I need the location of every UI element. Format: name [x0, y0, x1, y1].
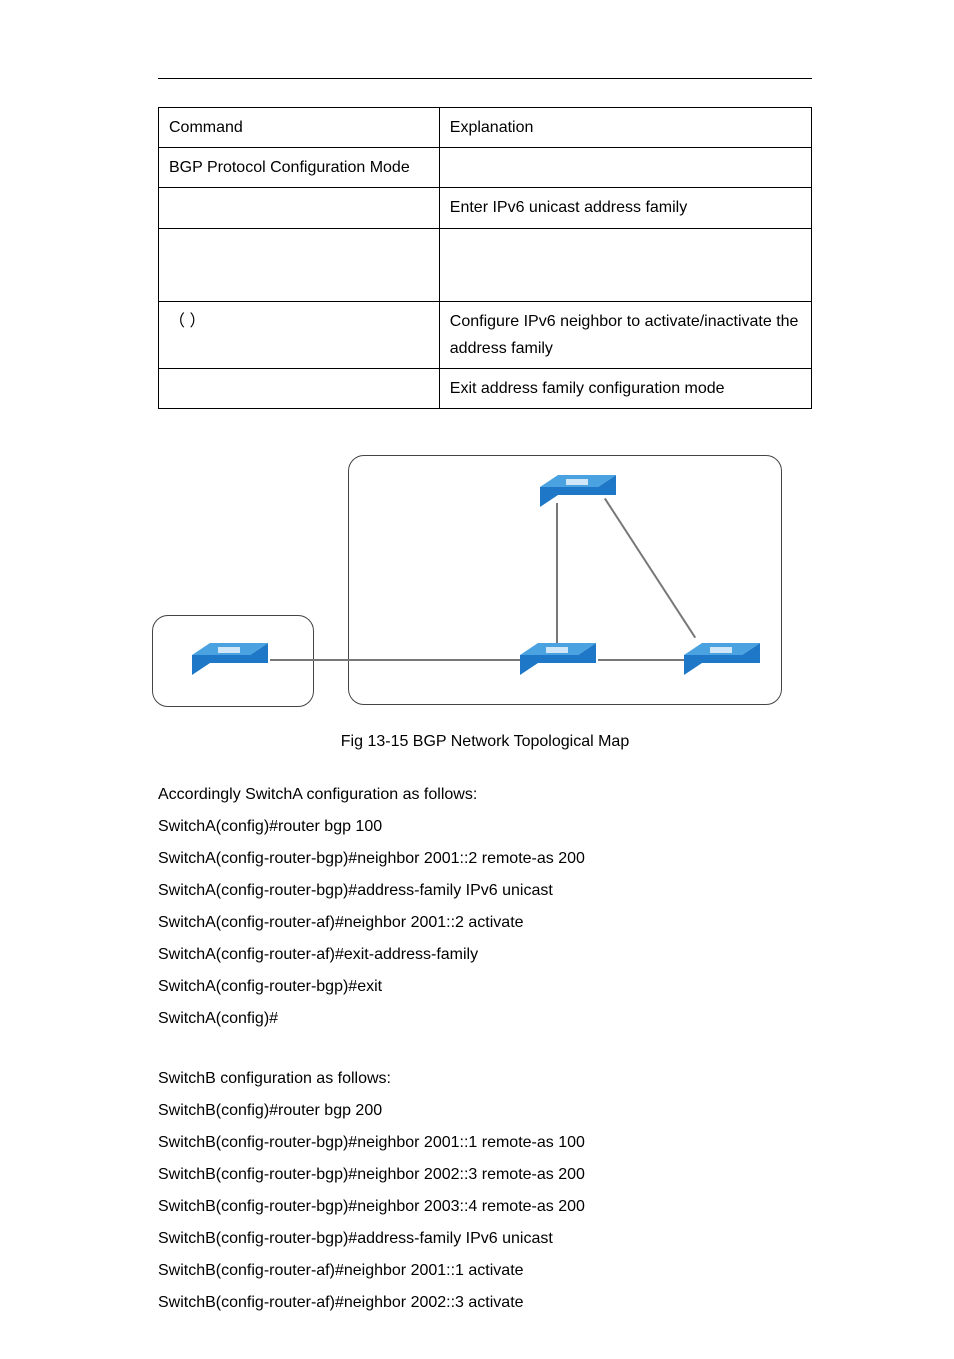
config-line: SwitchA(config-router-bgp)#exit [158, 971, 812, 1003]
config-line: SwitchB(config-router-bgp)#address-famil… [158, 1223, 812, 1255]
table-row: Command Explanation [159, 108, 812, 148]
config-line: SwitchB(config)#router bgp 200 [158, 1095, 812, 1127]
switch-icon [192, 643, 268, 677]
switch-icon [520, 643, 596, 677]
switch-icon [540, 475, 616, 509]
cell-right: Enter IPv6 unicast address family [439, 188, 811, 228]
config-line: SwitchB(config-router-af)#neighbor 2002:… [158, 1287, 812, 1319]
config-line: SwitchA(config-router-af)#neighbor 2001:… [158, 907, 812, 939]
top-rule [158, 78, 812, 79]
table-row: （ ） Configure IPv6 neighbor to activate/… [159, 301, 812, 368]
cell-left [159, 228, 440, 301]
table-row: BGP Protocol Configuration Mode [159, 148, 812, 188]
cell-left: （ ） [159, 301, 440, 368]
link-line [598, 659, 686, 661]
command-table: Command Explanation BGP Protocol Configu… [158, 107, 812, 409]
table-row [159, 228, 812, 301]
config-line: SwitchB configuration as follows: [158, 1063, 812, 1095]
config-line: SwitchA(config)#router bgp 100 [158, 811, 812, 843]
cell-right: Exit address family configuration mode [439, 368, 811, 408]
cell-left [159, 368, 440, 408]
config-line: SwitchA(config-router-bgp)#address-famil… [158, 875, 812, 907]
switch-icon [684, 643, 760, 677]
table-row: Exit address family configuration mode [159, 368, 812, 408]
topology-diagram [152, 455, 792, 715]
cell-right: Configure IPv6 neighbor to activate/inac… [439, 301, 811, 368]
cell-left: BGP Protocol Configuration Mode [159, 148, 440, 188]
cell-right [439, 148, 811, 188]
table-header-right: Explanation [439, 108, 811, 148]
config-line: SwitchB(config-router-bgp)#neighbor 2002… [158, 1159, 812, 1191]
config-line: SwitchA(config)# [158, 1003, 812, 1035]
config-line: Accordingly SwitchA configuration as fol… [158, 779, 812, 811]
cell-right [439, 228, 811, 301]
config-line: SwitchB(config-router-af)#neighbor 2001:… [158, 1255, 812, 1287]
config-line: SwitchB(config-router-bgp)#neighbor 2003… [158, 1191, 812, 1223]
link-line [270, 659, 522, 661]
table-row: Enter IPv6 unicast address family [159, 188, 812, 228]
config-line: SwitchB(config-router-bgp)#neighbor 2001… [158, 1127, 812, 1159]
config-line: SwitchA(config-router-bgp)#neighbor 2001… [158, 843, 812, 875]
figure-caption: Fig 13-15 BGP Network Topological Map [158, 733, 812, 751]
cell-left [159, 188, 440, 228]
config-line: SwitchA(config-router-af)#exit-address-f… [158, 939, 812, 971]
table-header-left: Command [159, 108, 440, 148]
config-listing: Accordingly SwitchA configuration as fol… [158, 779, 812, 1319]
link-line [556, 503, 558, 645]
